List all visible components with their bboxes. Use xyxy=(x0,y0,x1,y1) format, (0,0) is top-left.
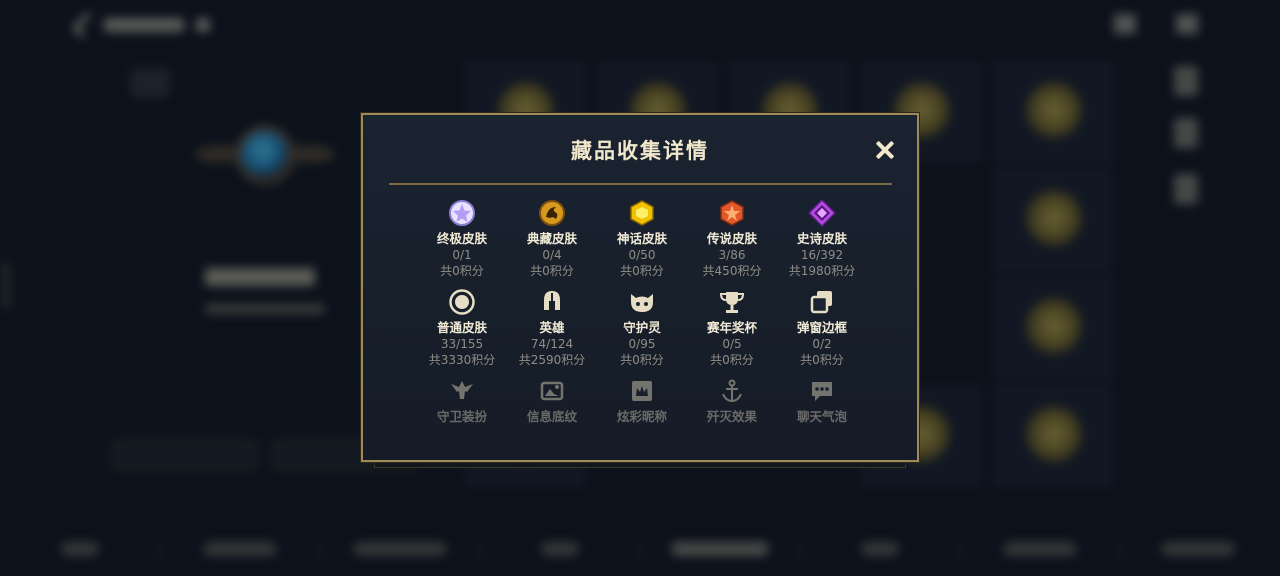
collection-name: 终极皮肤 xyxy=(436,231,487,246)
background-tile xyxy=(994,386,1112,486)
collection-item-ultimate-skin[interactable]: 终极皮肤 0/1 共0积分 xyxy=(417,199,507,288)
trophy-icon xyxy=(718,288,746,316)
background-topbar xyxy=(70,10,210,40)
collection-count: 0/2 xyxy=(812,337,832,351)
epic-skin-icon xyxy=(808,199,836,227)
hero-helmet-icon xyxy=(538,288,566,316)
collection-item-common-skin[interactable]: 普通皮肤 33/155 共3330积分 xyxy=(417,288,507,377)
collection-grid: 终极皮肤 0/1 共0积分 典藏皮肤 0/4 共0积分 神话皮肤 0/50 共0… xyxy=(417,199,867,460)
collection-name: 炫彩昵称 xyxy=(616,409,667,424)
collection-count: 0/5 xyxy=(722,337,742,351)
collection-count: 0/4 xyxy=(542,248,562,262)
background-title xyxy=(104,18,184,32)
collection-name: 守护灵 xyxy=(623,320,661,335)
collection-item-popup-frame[interactable]: 弹窗边框 0/2 共0积分 xyxy=(777,288,867,377)
collection-count: 0/1 xyxy=(452,248,472,262)
collection-score: 共0积分 xyxy=(620,264,664,278)
collection-count: 74/124 xyxy=(530,337,574,351)
collection-item-collector-skin[interactable]: 典藏皮肤 0/4 共0积分 xyxy=(507,199,597,288)
collection-score: 共450积分 xyxy=(702,264,762,278)
elimination-effect-icon xyxy=(718,377,746,405)
background-vertical-text xyxy=(2,262,10,308)
info-background-icon xyxy=(538,377,566,405)
collection-item-chat-bubble[interactable]: 聊天气泡 xyxy=(777,377,867,460)
background-tile xyxy=(994,170,1112,270)
collection-name: 弹窗边框 xyxy=(796,320,847,335)
collection-name: 英雄 xyxy=(539,320,565,335)
collection-item-colorful-nickname[interactable]: 炫彩昵称 xyxy=(597,377,687,460)
collection-item-hero[interactable]: 英雄 74/124 共2590积分 xyxy=(507,288,597,377)
collection-score: 共0积分 xyxy=(530,264,574,278)
collection-item-mythic-skin[interactable]: 神话皮肤 0/50 共0积分 xyxy=(597,199,687,288)
background-mail-icon[interactable] xyxy=(1114,14,1136,34)
collection-name: 信息底纹 xyxy=(526,409,577,424)
background-pill xyxy=(130,68,170,98)
ultimate-skin-icon xyxy=(448,199,476,227)
collection-count: 0/95 xyxy=(628,337,656,351)
collection-score: 共0积分 xyxy=(620,353,664,367)
background-button-left[interactable] xyxy=(112,440,257,470)
close-icon[interactable] xyxy=(874,139,896,161)
guardian-spirit-icon xyxy=(628,288,656,316)
background-side-icon[interactable] xyxy=(1174,66,1198,96)
background-tile xyxy=(994,62,1112,162)
collection-score: 共1980积分 xyxy=(788,264,856,278)
back-arrow-icon[interactable] xyxy=(72,12,98,38)
collection-score: 共0积分 xyxy=(710,353,754,367)
background-tile xyxy=(994,278,1112,378)
rank-emblem-icon xyxy=(195,105,335,205)
collection-name: 典藏皮肤 xyxy=(526,231,577,246)
colorful-nickname-icon xyxy=(628,377,656,405)
collection-item-trophy[interactable]: 赛年奖杯 0/5 共0积分 xyxy=(687,288,777,377)
background-side-icon[interactable] xyxy=(1174,174,1198,204)
ward-skin-icon xyxy=(448,377,476,405)
collection-name: 聊天气泡 xyxy=(796,409,847,424)
popup-frame-icon xyxy=(808,288,836,316)
background-settings-icon[interactable] xyxy=(1176,14,1198,34)
common-skin-icon xyxy=(448,288,476,316)
collection-name: 传说皮肤 xyxy=(706,231,757,246)
legend-skin-icon xyxy=(718,199,746,227)
collection-count: 3/86 xyxy=(718,248,746,262)
collection-item-guardian-spirit[interactable]: 守护灵 0/95 共0积分 xyxy=(597,288,687,377)
collector-skin-icon xyxy=(538,199,566,227)
collection-count: 0/50 xyxy=(628,248,656,262)
collection-name: 歼灭效果 xyxy=(706,409,757,424)
background-side-icon[interactable] xyxy=(1174,118,1198,148)
background-player-sub xyxy=(205,304,325,314)
collection-score: 共0积分 xyxy=(800,353,844,367)
collection-name: 普通皮肤 xyxy=(436,320,487,335)
collection-item-epic-skin[interactable]: 史诗皮肤 16/392 共1980积分 xyxy=(777,199,867,288)
background-bottom-nav xyxy=(0,530,1280,570)
collection-item-ward-skin[interactable]: 守卫装扮 xyxy=(417,377,507,460)
collection-count: 16/392 xyxy=(800,248,844,262)
collection-score: 共0积分 xyxy=(440,264,484,278)
collection-item-info-background[interactable]: 信息底纹 xyxy=(507,377,597,460)
collection-count: 33/155 xyxy=(440,337,484,351)
collection-score: 共3330积分 xyxy=(428,353,496,367)
mythic-skin-icon xyxy=(628,199,656,227)
collection-name: 守卫装扮 xyxy=(436,409,487,424)
collection-item-elimination-effect[interactable]: 歼灭效果 xyxy=(687,377,777,460)
collection-name: 史诗皮肤 xyxy=(796,231,847,246)
background-title-badge xyxy=(196,18,210,32)
collection-score: 共2590积分 xyxy=(518,353,586,367)
collection-name: 赛年奖杯 xyxy=(706,320,757,335)
title-divider xyxy=(389,183,892,185)
dialog-title: 藏品收集详情 xyxy=(571,139,709,163)
collection-details-dialog: 藏品收集详情 终极皮肤 0/1 共0积分 典藏皮肤 0/4 共0积分 神话皮肤 … xyxy=(361,113,919,462)
collection-name: 神话皮肤 xyxy=(616,231,667,246)
chat-bubble-icon xyxy=(808,377,836,405)
background-player-name xyxy=(205,268,315,286)
collection-item-legend-skin[interactable]: 传说皮肤 3/86 共450积分 xyxy=(687,199,777,288)
